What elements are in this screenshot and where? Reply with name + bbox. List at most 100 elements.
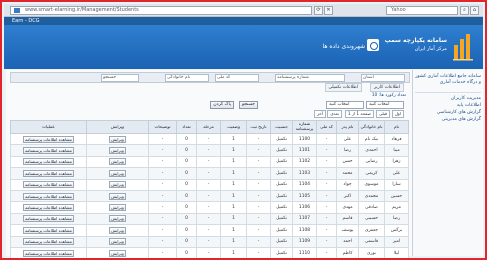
view-cell: مشاهده اطلاعات پرسشنامه — [10, 167, 87, 180]
clear-button[interactable]: پاک کردن — [210, 101, 234, 109]
refresh-icon[interactable]: ⟳ — [314, 6, 323, 15]
table-cell: - — [316, 224, 337, 237]
table-cell: - — [316, 178, 337, 191]
sidebar-item-users[interactable]: مدیریت کاربران — [415, 96, 481, 101]
column-header[interactable]: نام خانوادگی — [358, 120, 385, 134]
edit-button[interactable]: ویرایش — [109, 238, 126, 246]
search-box[interactable]: Yahoo — [386, 6, 458, 15]
search-icon[interactable]: ⌕ — [460, 6, 469, 15]
table-row[interactable]: مریم صادقی مهدی -1106 تکمیل -1-0- ویرایش مشاهده… — [10, 201, 409, 214]
table-cell: تکمیل — [270, 155, 293, 169]
edit-button[interactable]: ویرایش — [109, 135, 126, 143]
edit-cell: ویرایش — [86, 144, 149, 157]
table-cell: - — [148, 167, 177, 180]
view-details-button[interactable]: مشاهده اطلاعات پرسشنامه — [23, 238, 74, 246]
view-details-button[interactable]: مشاهده اطلاعات پرسشنامه — [23, 169, 74, 177]
view-details-button[interactable]: مشاهده اطلاعات پرسشنامه — [23, 215, 74, 223]
table-cell: - — [316, 201, 337, 214]
pager-prev[interactable]: قبلی — [375, 110, 390, 118]
column-header[interactable]: وضعیت — [220, 120, 247, 134]
table-cell: 1 — [220, 224, 247, 237]
column-header[interactable]: توضیحات — [148, 120, 177, 134]
sidebar-item-base-info[interactable]: اطلاعات پایه — [415, 103, 481, 108]
table-row[interactable]: فرهاد نیک نام علی -1100 تکمیل -1-0- ویرایش مشاه… — [10, 132, 409, 146]
select-filter-2[interactable]: انتخاب کنید — [326, 101, 364, 109]
sidebar-item-expert-reports[interactable]: گزارش های کارشناسی — [415, 110, 481, 115]
sidebar-item-management-reports[interactable]: گزارش های مدیریتی — [415, 117, 481, 122]
filter-last-name[interactable]: نام خانوادگی — [165, 74, 209, 82]
column-header[interactable]: تاریخ ثبت — [246, 120, 271, 134]
table-row[interactable]: امیر قاسمی احمد -1109 تکمیل -1-0- ویرایش مشاهده… — [10, 235, 409, 248]
stop-icon[interactable]: ✕ — [324, 6, 333, 15]
table-cell: 1 — [220, 235, 247, 248]
table-cell: 0 — [176, 246, 197, 258]
edit-button[interactable]: ویرایش — [109, 249, 126, 257]
view-details-button[interactable]: مشاهده اطلاعات پرسشنامه — [23, 147, 74, 155]
table-cell: 1 — [220, 132, 247, 146]
table-cell: - — [196, 132, 221, 146]
table-cell: 1100 — [292, 132, 317, 146]
table-row[interactable]: حسین محمدی اکبر -1105 تکمیل -1-0- ویرایش مشاهده… — [10, 189, 409, 203]
pager-last[interactable]: آخر — [313, 110, 326, 118]
edit-button[interactable]: ویرایش — [109, 226, 126, 234]
table-cell: 0 — [176, 212, 197, 226]
table-row[interactable]: مینا احمدی رضا -1101 تکمیل -1-0- ویرایش مشاهده … — [10, 144, 409, 157]
table-row[interactable]: سارا موسوی جواد -1104 تکمیل -1-0- ویرایش مشاهده… — [10, 178, 409, 191]
select-filter-1[interactable]: انتخاب کنید — [366, 101, 404, 109]
table-cell: - — [246, 167, 271, 180]
edit-cell: ویرایش — [86, 167, 149, 180]
pager-first[interactable]: اول — [391, 110, 404, 118]
table-row[interactable]: نرگس جعفری یوسف -1108 تکمیل -1-0- ویرایش مشاهده… — [10, 224, 409, 237]
tab-user-info[interactable]: اطلاعات کاربر — [369, 83, 404, 92]
view-details-button[interactable]: مشاهده اطلاعات پرسشنامه — [23, 181, 74, 189]
view-details-button[interactable]: مشاهده اطلاعات پرسشنامه — [23, 249, 74, 257]
table-header-row: نام نام خانوادگی نام پدر کد ملی شماره پر… — [10, 120, 409, 134]
edit-button[interactable]: ویرایش — [109, 181, 126, 189]
column-header[interactable]: نام — [384, 120, 409, 134]
table-cell: تکمیل — [270, 144, 293, 157]
filter-search[interactable]: جستجو — [101, 74, 139, 82]
table-row[interactable]: رضا حسینی قاسم -1107 تکمیل -1-0- ویرایش مشاهده … — [10, 212, 409, 226]
search-button[interactable]: جستجو — [238, 101, 258, 109]
edit-button[interactable]: ویرایش — [109, 192, 126, 200]
tab-extra-info[interactable]: اطلاعات تکمیلی — [324, 83, 362, 92]
column-header[interactable]: شماره پرسشنامه — [292, 120, 317, 134]
table-cell: جعفری — [358, 224, 385, 237]
column-header[interactable]: نام پدر — [336, 120, 359, 134]
table-cell: نوری — [358, 246, 385, 258]
column-header[interactable]: جنسیت — [270, 120, 293, 134]
edit-button[interactable]: ویرایش — [109, 169, 126, 177]
filter-questionnaire[interactable]: شماره پرسشنامه — [275, 74, 345, 82]
view-details-button[interactable]: مشاهده اطلاعات پرسشنامه — [23, 204, 74, 212]
edit-button[interactable]: ویرایش — [109, 147, 126, 155]
table-cell: - — [196, 178, 221, 191]
column-header[interactable]: کد ملی — [316, 120, 337, 134]
home-icon[interactable]: ⌂ — [470, 6, 479, 15]
table-cell: 1 — [220, 178, 247, 191]
table-row[interactable]: علی کریمی محمد -1103 تکمیل -1-0- ویرایش مشاهده … — [10, 167, 409, 180]
edit-button[interactable]: ویرایش — [109, 204, 126, 212]
filter-national-id[interactable]: کد ملی — [215, 74, 259, 82]
address-bar[interactable]: www.smart-elarning.ir/Management/Student… — [10, 6, 312, 15]
view-details-button[interactable]: مشاهده اطلاعات پرسشنامه — [23, 135, 74, 143]
view-details-button[interactable]: مشاهده اطلاعات پرسشنامه — [23, 226, 74, 234]
table-row[interactable]: لیلا نوری کاظم -1110 تکمیل -1-0- ویرایش مشاهده … — [10, 246, 409, 258]
favicon-icon — [14, 8, 20, 13]
table-row[interactable]: زهرا رضایی حسن -1102 تکمیل -1-0- ویرایش مشاهده … — [10, 155, 409, 169]
column-header[interactable]: تعداد — [176, 120, 197, 134]
view-details-button[interactable]: مشاهده اطلاعات پرسشنامه — [23, 192, 74, 200]
edit-button[interactable]: ویرایش — [109, 158, 126, 166]
edit-cell: ویرایش — [86, 132, 149, 146]
browser-tab-strip: Earn - DCG — [4, 17, 483, 25]
edit-button[interactable]: ویرایش — [109, 215, 126, 223]
view-cell: مشاهده اطلاعات پرسشنامه — [10, 178, 87, 191]
column-header[interactable]: مرحله — [196, 120, 221, 134]
table-cell: - — [148, 201, 177, 214]
sidebar: سامانه جامع اطلاعات آماری کشور و درگاه خ… — [412, 70, 483, 256]
pager-next[interactable]: بعدی — [327, 110, 342, 118]
table-cell: 1 — [220, 212, 247, 226]
filter-province[interactable]: استان — [361, 74, 405, 82]
view-details-button[interactable]: مشاهده اطلاعات پرسشنامه — [23, 158, 74, 166]
table-cell: 0 — [176, 144, 197, 157]
browser-tab[interactable]: Earn - DCG — [12, 17, 40, 25]
